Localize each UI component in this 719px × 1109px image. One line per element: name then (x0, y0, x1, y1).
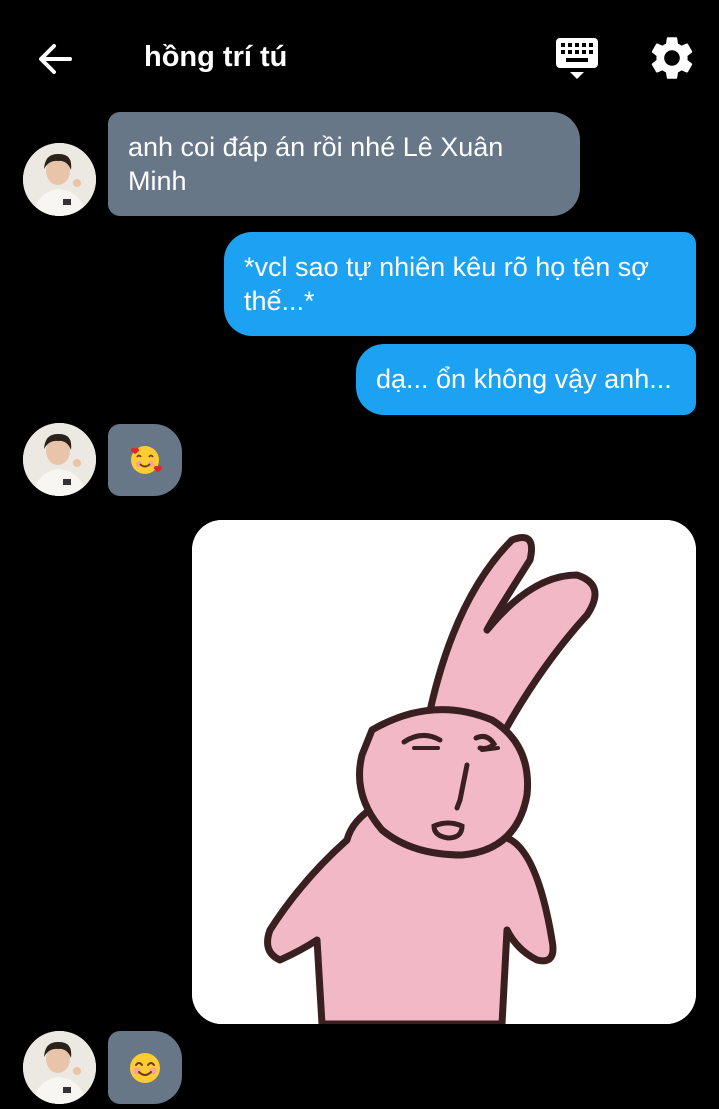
keyboard-icon (556, 38, 598, 79)
chat-screen: hồng trí tú anh coi đáp án rồi nhé Lê Xu… (0, 0, 719, 1109)
message-text: anh coi đáp án rồi nhé Lê Xuân Minh (128, 132, 504, 196)
message-bubble-received[interactable]: anh coi đáp án rồi nhé Lê Xuân Minh (108, 112, 580, 216)
back-button[interactable] (30, 34, 80, 84)
emoji-message-bubble[interactable] (108, 424, 182, 496)
chat-header: hồng trí tú (0, 0, 719, 112)
emoji-message-bubble[interactable] (108, 1031, 182, 1104)
contact-avatar[interactable] (23, 423, 96, 496)
smiling-face-with-hearts-icon (131, 446, 162, 474)
smiling-face-with-smiling-eyes-icon (130, 1052, 160, 1083)
contact-avatar[interactable] (23, 143, 96, 216)
message-text: dạ... ổn không vậy anh... (376, 364, 672, 394)
message-text: *vcl sao tự nhiên kêu rõ họ tên sợ thế..… (244, 252, 649, 316)
message-bubble-sent[interactable]: dạ... ổn không vậy anh... (356, 344, 696, 415)
gear-icon (651, 37, 693, 79)
settings-button[interactable] (646, 32, 698, 84)
rabbit-sticker[interactable] (192, 520, 696, 1024)
contact-name: hồng trí tú (144, 41, 288, 73)
arrow-left-icon (39, 44, 72, 74)
pink-rabbit-sticker-image (192, 520, 696, 1024)
keyboard-button[interactable] (552, 34, 602, 84)
contact-avatar[interactable] (23, 1031, 96, 1104)
message-bubble-sent[interactable]: *vcl sao tự nhiên kêu rõ họ tên sợ thế..… (224, 232, 696, 336)
